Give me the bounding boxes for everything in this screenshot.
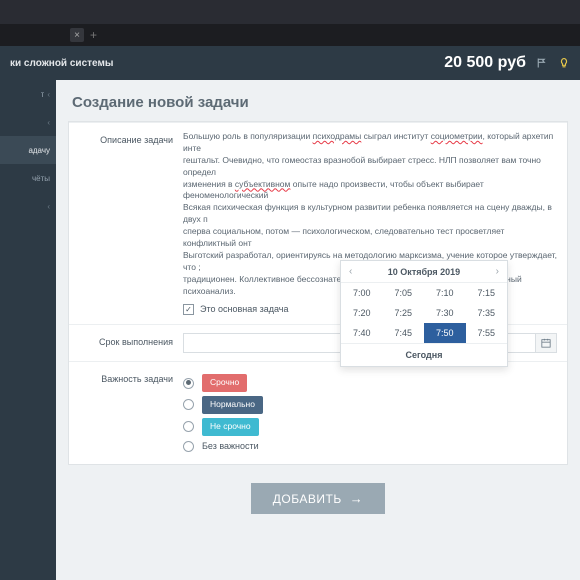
today-button[interactable]: Сегодня	[341, 343, 507, 366]
time-cell[interactable]: 7:05	[383, 283, 425, 303]
main-task-checkbox[interactable]: ✓	[183, 304, 194, 315]
sidebar-item-task[interactable]: адачу	[0, 136, 56, 164]
chevron-left-icon: ‹	[47, 202, 50, 211]
chevron-left-icon: ‹	[47, 90, 50, 99]
time-cell[interactable]: 7:20	[341, 303, 383, 323]
priority-noturgent[interactable]: Не срочно	[183, 418, 557, 436]
radio-icon	[183, 399, 194, 410]
sidebar-item-1[interactable]: ‹	[0, 108, 56, 136]
main-task-label: Это основная задача	[200, 303, 289, 316]
priority-label: Важность задачи	[79, 370, 183, 456]
time-grid: 7:007:057:107:15 7:207:257:307:35 7:407:45…	[341, 283, 507, 343]
next-month-icon[interactable]: ›	[496, 266, 499, 277]
time-cell[interactable]: 7:40	[341, 323, 383, 343]
time-cell[interactable]: 7:10	[424, 283, 466, 303]
popover-date: 10 Октября 2019	[388, 267, 460, 277]
priority-none[interactable]: Без важности	[183, 440, 557, 453]
datetime-popover: ‹ 10 Октября 2019 › 7:007:057:107:15 7:20…	[340, 260, 508, 367]
radio-icon	[183, 378, 194, 389]
calendar-icon	[541, 338, 551, 348]
balance: 20 500 руб	[444, 54, 526, 72]
sidebar-item-0[interactable]: т‹	[0, 80, 56, 108]
sidebar-item-reports[interactable]: чёты	[0, 164, 56, 192]
time-cell[interactable]: 7:15	[466, 283, 508, 303]
sidebar-item-4[interactable]: ‹	[0, 192, 56, 220]
submit-button[interactable]: ДОБАВИТЬ→	[251, 483, 385, 514]
bulb-icon[interactable]	[558, 57, 570, 69]
browser-tabs: × +	[0, 24, 580, 46]
main-panel: Создание новой задачи Описание задачи Бо…	[56, 80, 580, 580]
calendar-button[interactable]	[535, 333, 557, 353]
time-cell[interactable]: 7:35	[466, 303, 508, 323]
page-title: Создание новой задачи	[72, 94, 568, 111]
arrow-right-icon: →	[350, 491, 364, 506]
desc-label: Описание задачи	[79, 131, 183, 316]
priority-urgent[interactable]: Срочно	[183, 374, 557, 392]
time-cell[interactable]: 7:00	[341, 283, 383, 303]
prev-month-icon[interactable]: ‹	[349, 266, 352, 277]
new-tab-icon[interactable]: +	[90, 28, 97, 42]
sidebar: т‹ ‹ адачу чёты ‹	[0, 80, 56, 580]
breadcrumb: ки сложной системы	[10, 58, 113, 69]
time-cell[interactable]: 7:45	[383, 323, 425, 343]
app-topbar: ки сложной системы 20 500 руб	[0, 46, 580, 80]
priority-normal[interactable]: Нормально	[183, 396, 557, 414]
time-cell[interactable]: 7:30	[424, 303, 466, 323]
flag-icon[interactable]	[536, 57, 548, 69]
due-label: Срок выполнения	[79, 333, 183, 353]
radio-icon	[183, 441, 194, 452]
time-cell[interactable]: 7:55	[466, 323, 508, 343]
time-cell[interactable]: 7:50	[424, 323, 466, 343]
titlebar	[0, 0, 580, 24]
radio-icon	[183, 421, 194, 432]
chevron-left-icon: ‹	[47, 118, 50, 127]
time-cell[interactable]: 7:25	[383, 303, 425, 323]
tab-close-icon[interactable]: ×	[70, 28, 84, 42]
